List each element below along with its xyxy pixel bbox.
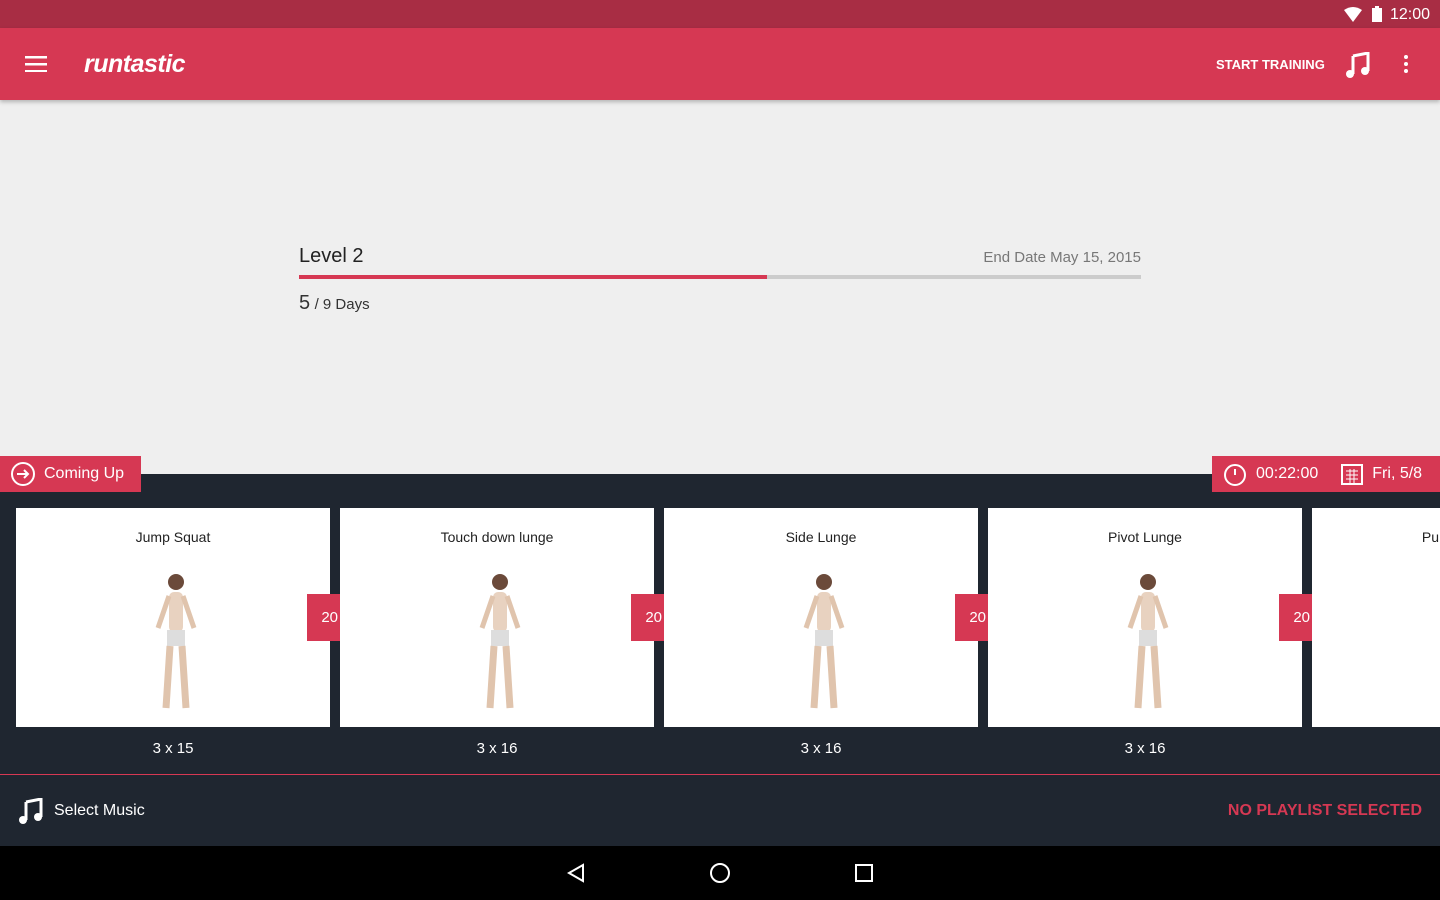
music-bar[interactable]: Select Music NO PLAYLIST SELECTED <box>0 774 1440 846</box>
exercise-card[interactable]: Pivot Lunge <box>988 508 1302 727</box>
select-music-button[interactable]: Select Music <box>54 802 145 820</box>
stopwatch-icon <box>1224 464 1246 486</box>
playlist-status[interactable]: NO PLAYLIST SELECTED <box>1228 802 1422 820</box>
exercise-reps: 3 x 16 <box>476 740 518 757</box>
runtastic-logo: runtastic <box>84 50 186 78</box>
exercise-card[interactable]: Pu <box>1312 508 1440 727</box>
end-date: End Date May 15, 2015 <box>983 249 1141 266</box>
duration: 00:22:00 <box>1256 465 1319 482</box>
app-bar: runtastic START TRAINING <box>0 28 1440 100</box>
music-icon <box>19 798 43 824</box>
level-title: Level 2 <box>299 245 364 267</box>
battery-icon <box>1372 6 1382 22</box>
arrow-circle-icon <box>11 462 35 486</box>
days-progress: 5 / 9 Days <box>299 292 370 315</box>
total-days: / 9 Days <box>314 296 370 313</box>
plan-progress-fill <box>299 275 768 279</box>
exercise-name: Touch down lunge <box>440 529 554 545</box>
plan-progress-bar <box>299 275 1141 279</box>
back-icon[interactable] <box>566 863 586 883</box>
workout-date: Fri, 5/8 <box>1372 465 1423 482</box>
coming-up-tab: Coming Up <box>0 456 141 492</box>
exercise-reps: 3 x 16 <box>800 740 842 757</box>
recents-icon[interactable] <box>855 864 873 882</box>
exercise-name: Pivot Lunge <box>1108 529 1182 545</box>
exercise-figure-image <box>1127 574 1169 709</box>
more-options-icon[interactable] <box>1403 55 1409 73</box>
exercise-name: Pu <box>1421 529 1439 545</box>
exercise-card[interactable]: Jump Squat <box>16 508 330 727</box>
status-bar: 12:00 <box>0 0 1440 28</box>
home-icon[interactable] <box>709 862 731 884</box>
navigation-bar <box>0 846 1440 900</box>
exercise-reps: 3 x 16 <box>1124 740 1166 757</box>
menu-icon[interactable] <box>25 56 47 72</box>
music-icon[interactable] <box>1346 52 1370 78</box>
calendar-icon <box>1341 464 1364 485</box>
wifi-icon <box>1344 7 1362 22</box>
start-training-button[interactable]: START TRAINING <box>1216 57 1325 72</box>
exercise-card[interactable]: Side Lunge <box>664 508 978 727</box>
exercise-reps: 3 x 15 <box>152 740 194 757</box>
exercise-name: Jump Squat <box>135 529 211 545</box>
clock: 12:00 <box>1389 6 1430 23</box>
exercise-card[interactable]: Touch down lunge <box>340 508 654 727</box>
exercise-figure-image <box>155 574 197 709</box>
workout-info: 00:22:00 Fri, 5/8 <box>1212 456 1440 492</box>
coming-up-label: Coming Up <box>44 465 125 482</box>
exercise-figure-image <box>479 574 521 709</box>
current-day: 5 <box>299 292 311 314</box>
exercise-figure-image <box>803 574 845 709</box>
exercise-name: Side Lunge <box>785 529 857 545</box>
